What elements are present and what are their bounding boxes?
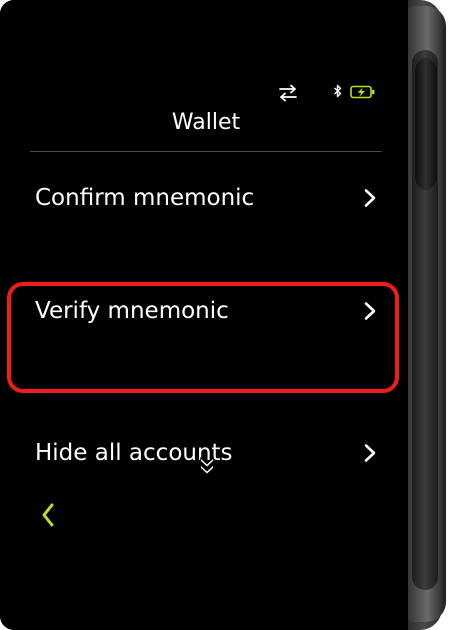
bluetooth-icon (334, 84, 342, 98)
highlight-frame (7, 282, 399, 393)
scroll-down-cursor-icon (200, 457, 214, 475)
menu-item-confirm-mnemonic[interactable]: Confirm mnemonic (35, 183, 385, 213)
menu-item-label: Confirm mnemonic (35, 185, 255, 211)
side-button[interactable] (414, 58, 438, 190)
chevron-left-icon[interactable] (40, 502, 56, 528)
menu-item-label: Hide all accounts (35, 440, 233, 466)
chevron-right-icon (364, 189, 376, 207)
battery-charging-icon (350, 85, 375, 99)
chevron-right-icon (364, 444, 376, 462)
header-divider (30, 151, 382, 152)
status-bar (270, 80, 390, 106)
transfer-arrows-icon (279, 84, 297, 102)
hardware-wallet-device: Wallet Confirm mnemonic Verify mnemonic … (0, 0, 450, 630)
page-title: Wallet (171, 110, 241, 135)
